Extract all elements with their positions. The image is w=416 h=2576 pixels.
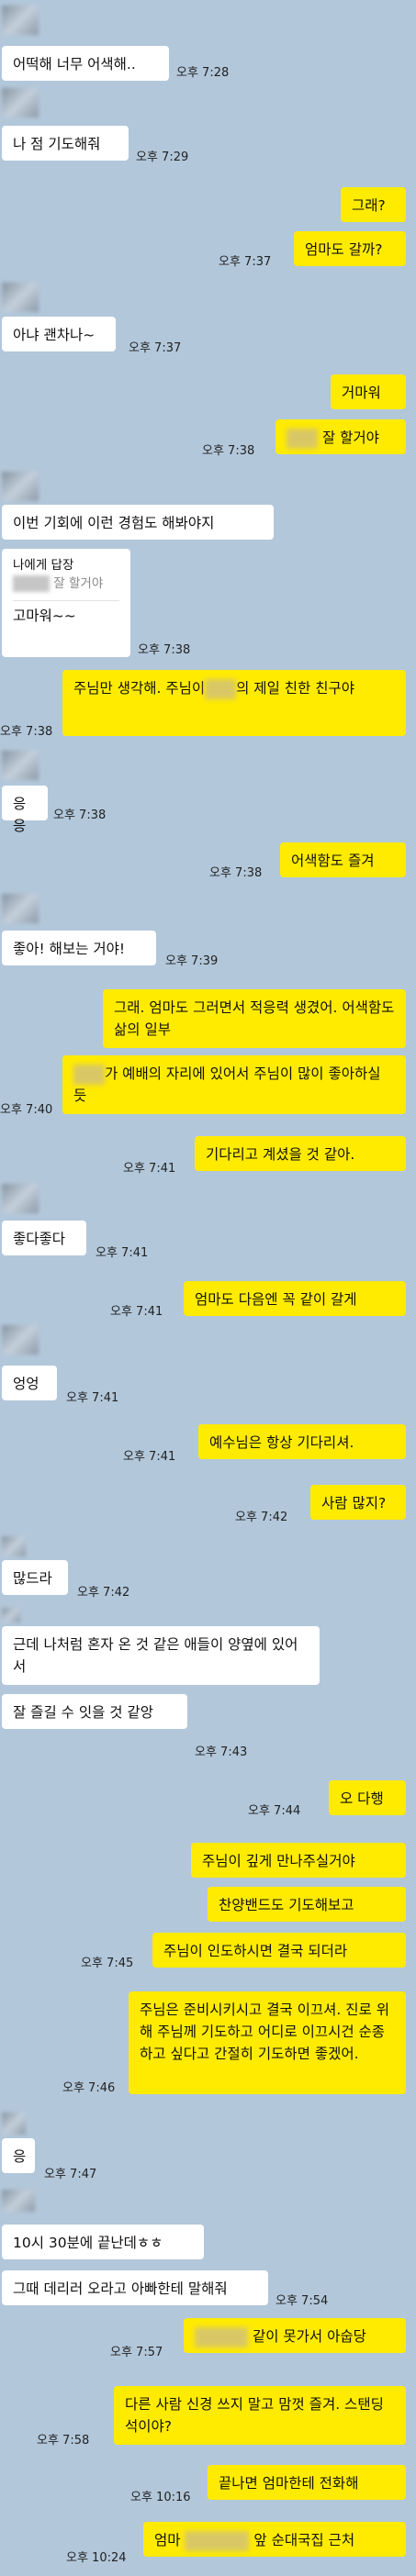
outgoing-message: 엄마도 다음엔 꼭 같이 갈게: [184, 1281, 406, 1316]
timestamp: 오후 10:16: [130, 2491, 191, 2504]
incoming-message: 많드라: [2, 1560, 68, 1595]
incoming-message: 응: [2, 2138, 35, 2173]
avatar[interactable]: [2, 2190, 35, 2212]
avatar[interactable]: [2, 88, 39, 117]
avatar[interactable]: [2, 283, 39, 312]
outgoing-message: 주님이 인도하시면 결국 되더라: [152, 1933, 406, 1968]
timestamp: 오후 7:37: [129, 341, 182, 355]
avatar[interactable]: [2, 472, 39, 501]
outgoing-message: 사람 많지?: [310, 1485, 406, 1520]
outgoing-message: 거마워: [331, 374, 406, 409]
incoming-message: 이번 기회에 이런 경험도 해봐야지: [2, 505, 274, 540]
timestamp: 오후 7:38: [138, 643, 191, 657]
timestamp: 오후 7:42: [235, 1511, 288, 1524]
outgoing-message: 그래. 엄마도 그러면서 적응력 생겼어. 어색함도 삶의 일부: [103, 989, 406, 1048]
timestamp: 오후 7:47: [44, 2168, 97, 2181]
timestamp: 오후 7:41: [96, 1246, 149, 1260]
reply-quote: 잘 할거야: [53, 576, 104, 591]
redacted-name: [73, 1064, 105, 1085]
outgoing-message: 기다리고 계셨을 것 같아.: [195, 1136, 406, 1171]
outgoing-message: 엄마 앞 순대국집 근처: [143, 2522, 406, 2557]
timestamp: 오후 7:28: [176, 66, 230, 80]
timestamp: 오후 7:42: [77, 1586, 130, 1600]
incoming-message: 그때 데리러 오라고 아빠한테 말해줘: [2, 2270, 268, 2305]
timestamp: 오후 7:54: [275, 2294, 329, 2308]
incoming-message: 나 점 기도해줘: [2, 126, 129, 161]
avatar[interactable]: [2, 1536, 26, 1556]
timestamp: 오후 10:24: [66, 2551, 127, 2565]
timestamp: 오후 7:41: [123, 1450, 176, 1464]
message-text: 가 예배의 자리에 있어서 주님이 많이 좋아하실 듯: [73, 1065, 381, 1104]
incoming-message: 잘 즐길 수 잇을 것 같앙: [2, 1694, 187, 1729]
outgoing-message: 예수님은 항상 기다리셔.: [198, 1424, 406, 1459]
outgoing-message: 엄마도 갈까?: [294, 231, 406, 266]
incoming-message: 10시 30분에 끝난데ㅎㅎ: [2, 2225, 204, 2259]
redacted-name: [205, 678, 237, 699]
timestamp: 오후 7:41: [110, 1305, 163, 1319]
outgoing-message: 잘 할거야: [275, 419, 406, 454]
timestamp: 오후 7:46: [62, 2081, 116, 2095]
outgoing-message: 끝나면 엄마한테 전화해: [208, 2465, 406, 2500]
avatar[interactable]: [2, 1325, 39, 1355]
timestamp: 오후 7:41: [123, 1162, 176, 1176]
redacted-name: [185, 2530, 250, 2551]
avatar[interactable]: [2, 1608, 20, 1623]
message-text: 같이 못가서 아숩당: [252, 2328, 366, 2345]
outgoing-message: 어색함도 즐겨: [280, 842, 406, 877]
incoming-message: 근데 나처럼 혼자 온 것 같은 애들이 양옆에 있어서: [2, 1626, 320, 1685]
outgoing-message: 그래?: [341, 187, 406, 222]
message-text: 앞 순대국집 근처: [253, 2532, 355, 2548]
outgoing-message: 가 예배의 자리에 있어서 주님이 많이 좋아하실 듯: [62, 1055, 406, 1114]
timestamp: 오후 7:38: [0, 725, 53, 739]
reply-body: 고마워~~: [13, 608, 76, 624]
avatar[interactable]: [2, 6, 39, 35]
timestamp: 오후 7:57: [110, 2346, 163, 2359]
incoming-message: 엉엉: [2, 1366, 57, 1400]
avatar[interactable]: [2, 751, 39, 780]
timestamp: 오후 7:43: [195, 1745, 248, 1759]
avatar[interactable]: [2, 1184, 39, 1213]
outgoing-message: 주님은 준비시키시고 결국 이끄셔. 진로 위해 주님께 기도하고 어디로 이끄…: [129, 1991, 406, 2094]
avatar[interactable]: [2, 2113, 26, 2135]
message-text: 잘 할거야: [321, 429, 379, 446]
outgoing-message: 찬양밴드도 기도해보고: [208, 1887, 406, 1922]
timestamp: 오후 7:41: [66, 1391, 119, 1405]
outgoing-message: 다른 사람 신경 쓰지 말고 맘껏 즐겨. 스탠딩석이야?: [114, 2386, 406, 2445]
incoming-message: 좋다좋다: [2, 1221, 86, 1255]
outgoing-message: 같이 못가서 아숩당: [184, 2318, 406, 2353]
outgoing-message: 주님만 생각해. 주님이 의 제일 친한 친구야: [62, 670, 406, 736]
redacted-name: [195, 2326, 248, 2347]
incoming-message: 좋아! 해보는 거야!: [2, 931, 156, 965]
timestamp: 오후 7:38: [209, 866, 263, 880]
incoming-message: 아냐 괜차나~: [2, 317, 116, 351]
message-text: 의 제일 친한 친구야: [236, 680, 354, 697]
timestamp: 오후 7:39: [165, 954, 219, 968]
timestamp: 오후 7:58: [37, 2434, 90, 2448]
avatar[interactable]: [2, 894, 39, 923]
reply-message: 나에게 답장 잘 할거야 고마워~~: [2, 549, 130, 657]
redacted-name: [13, 575, 50, 592]
message-text: 엄마: [154, 2532, 181, 2548]
timestamp: 오후 7:37: [219, 255, 272, 269]
timestamp: 오후 7:40: [0, 1103, 53, 1117]
reply-header: 나에게 답장: [13, 558, 74, 573]
timestamp: 오후 7:45: [81, 1957, 134, 1970]
timestamp: 오후 7:38: [53, 808, 107, 822]
incoming-message: 응응: [2, 786, 48, 834]
timestamp: 오후 7:38: [202, 444, 255, 458]
redacted-name: [287, 428, 318, 449]
timestamp: 오후 7:29: [136, 151, 189, 164]
message-text: 주님만 생각해. 주님이: [73, 680, 206, 697]
timestamp: 오후 7:44: [248, 1804, 301, 1818]
incoming-message: 어떡해 너무 어색해..: [2, 46, 169, 81]
outgoing-message: 오 다행: [329, 1780, 406, 1815]
outgoing-message: 주님이 깊게 만나주실거야: [191, 1843, 406, 1878]
